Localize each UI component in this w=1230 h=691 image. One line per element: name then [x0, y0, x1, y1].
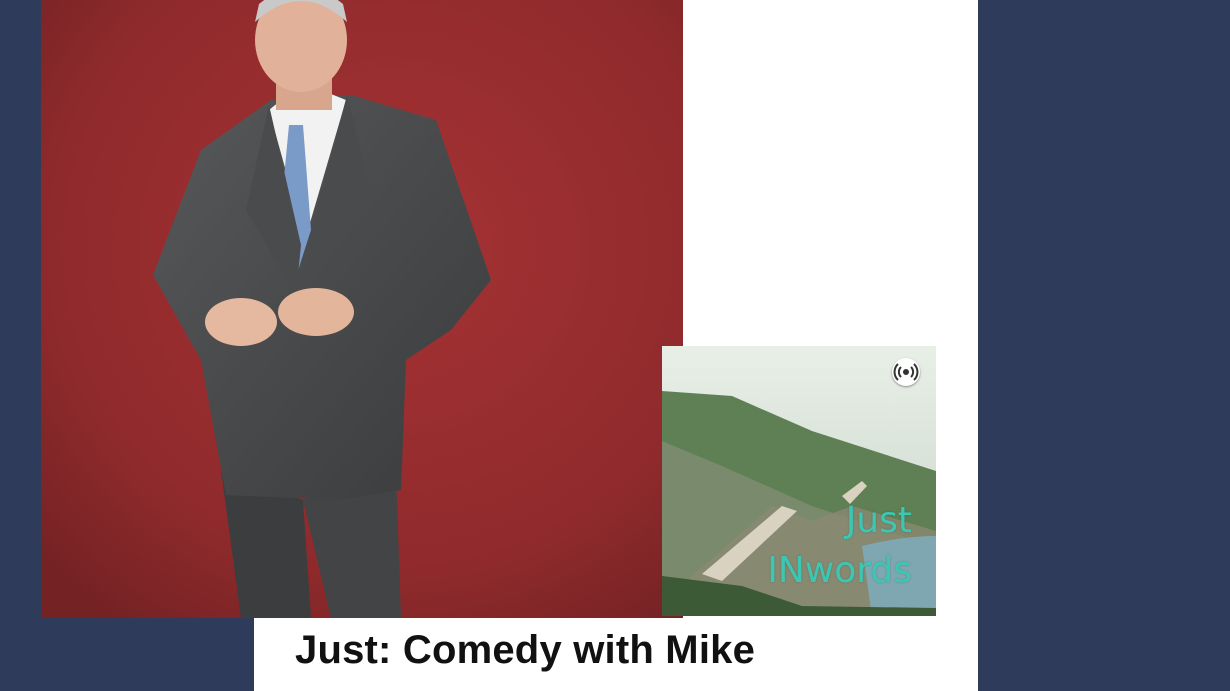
episode-title[interactable]: Just: Comedy with Mike: [295, 628, 755, 673]
cover-title-line1: Just: [845, 500, 912, 541]
cover-title: Just INwords: [767, 496, 912, 596]
podcast-cover-art: Just INwords: [662, 346, 936, 616]
hero-photo: [41, 0, 683, 618]
cover-title-line2: INwords: [767, 550, 912, 591]
podcast-antenna-icon: [892, 358, 920, 386]
